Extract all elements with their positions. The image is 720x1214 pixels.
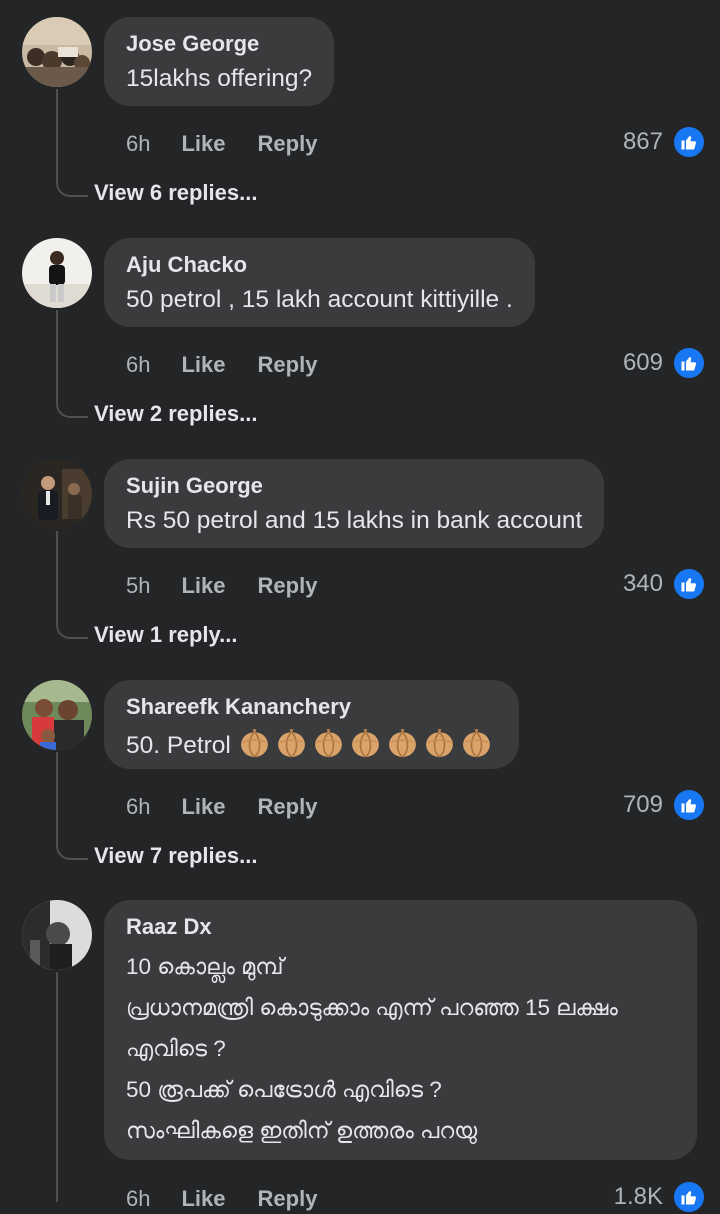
comment-timestamp[interactable]: 6h [126, 1186, 150, 1212]
comment-actions: 6h Like Reply [126, 1184, 349, 1214]
reply-button[interactable]: Reply [258, 794, 318, 820]
comment-bubble: Raaz Dx 10 കൊല്ലം മുമ്പ് പ്രധാനമന്ത്രി ക… [104, 900, 697, 1160]
comment-actions: 6h Like Reply [126, 129, 349, 159]
comment-author[interactable]: Jose George [126, 31, 312, 57]
reply-connector [56, 972, 58, 1202]
onion-icon [240, 728, 268, 758]
onion-icon [388, 728, 416, 758]
onion-icon [351, 728, 379, 758]
thumbs-up-icon [672, 1180, 706, 1214]
comment-author[interactable]: Shareefk Kananchery [126, 694, 497, 720]
comment-text-line: 10 കൊല്ലം മുമ്പ് [126, 954, 284, 979]
reaction-count: 1.8K [613, 1183, 663, 1210]
reply-connector [56, 531, 88, 639]
comment-author[interactable]: Sujin George [126, 473, 582, 499]
reaction-summary[interactable]: 340 [623, 567, 706, 601]
reply-connector [56, 752, 88, 860]
comment-timestamp[interactable]: 6h [126, 131, 150, 157]
thumbs-up-icon [672, 346, 706, 380]
onion-icon [277, 728, 305, 758]
comment-text-body: 50. Petrol [126, 732, 231, 759]
like-button[interactable]: Like [181, 131, 225, 157]
comment-text-line: സംഘികളെ ഇതിന് ഉത്തരം പറയു [126, 1118, 478, 1143]
reply-button[interactable]: Reply [258, 352, 318, 378]
comment-author[interactable]: Raaz Dx [126, 914, 675, 940]
reaction-count: 709 [622, 791, 663, 818]
reaction-summary[interactable]: 1.8K [614, 1180, 706, 1214]
like-button[interactable]: Like [181, 794, 225, 820]
thumbs-up-icon [672, 125, 706, 159]
like-button[interactable]: Like [181, 352, 225, 378]
onion-icon [462, 728, 490, 758]
comment-actions: 6h Like Reply [126, 792, 349, 822]
like-button[interactable]: Like [181, 1186, 225, 1212]
comment-bubble: Sujin George Rs 50 petrol and 15 lakhs i… [104, 459, 605, 548]
reply-button[interactable]: Reply [258, 1186, 318, 1212]
reply-button[interactable]: Reply [258, 131, 318, 157]
reaction-count: 340 [622, 570, 663, 597]
view-replies-link[interactable]: View 1 reply... [94, 620, 237, 650]
reaction-summary[interactable]: 709 [623, 788, 706, 822]
comment-text: 50. Petrol [126, 726, 497, 762]
comment-actions: 6h Like Reply [126, 350, 349, 380]
comment-text: Rs 50 petrol and 15 lakhs in bank accoun… [126, 507, 583, 534]
thumbs-up-icon [672, 788, 706, 822]
thumbs-up-icon [672, 567, 706, 601]
comment-text: 50 petrol , 15 lakh account kittiyille . [126, 286, 513, 313]
comment-actions: 5h Like Reply [126, 571, 349, 601]
reply-button[interactable]: Reply [258, 573, 318, 599]
avatar[interactable] [22, 459, 92, 529]
reaction-count: 609 [622, 349, 663, 376]
like-button[interactable]: Like [181, 573, 225, 599]
reply-connector [56, 89, 88, 197]
comment-bubble: Aju Chacko 50 petrol , 15 lakh account k… [104, 238, 535, 327]
avatar[interactable] [22, 900, 92, 970]
comment-timestamp[interactable]: 5h [126, 573, 150, 599]
reaction-count: 867 [622, 128, 663, 155]
reaction-summary[interactable]: 609 [623, 346, 706, 380]
emoji-row [238, 728, 497, 759]
avatar[interactable] [22, 680, 92, 750]
comment-text-line: എവിടെ ? [126, 1036, 226, 1061]
view-replies-link[interactable]: View 2 replies... [94, 399, 257, 429]
onion-icon [425, 728, 453, 758]
comment-bubble: Shareefk Kananchery 50. Petrol [104, 680, 519, 769]
avatar[interactable] [22, 17, 92, 87]
avatar[interactable] [22, 238, 92, 308]
reply-connector [56, 310, 88, 418]
comment-text-line: പ്രധാനമന്ത്രി കൊടുക്കാം എന്ന് പറഞ്ഞ 15 ല… [126, 995, 618, 1020]
view-replies-link[interactable]: View 6 replies... [94, 178, 257, 208]
reaction-summary[interactable]: 867 [623, 125, 706, 159]
view-replies-link[interactable]: View 7 replies... [94, 841, 257, 871]
comment-text: 15lakhs offering? [126, 65, 313, 92]
comment-text-line: 50 രൂപക്ക് പെട്രോൾ എവിടെ ? [126, 1077, 442, 1102]
comment-timestamp[interactable]: 6h [126, 794, 150, 820]
comment-author[interactable]: Aju Chacko [126, 252, 513, 278]
comment-timestamp[interactable]: 6h [126, 352, 150, 378]
comment-bubble: Jose George 15lakhs offering? [104, 17, 335, 106]
onion-icon [314, 728, 342, 758]
